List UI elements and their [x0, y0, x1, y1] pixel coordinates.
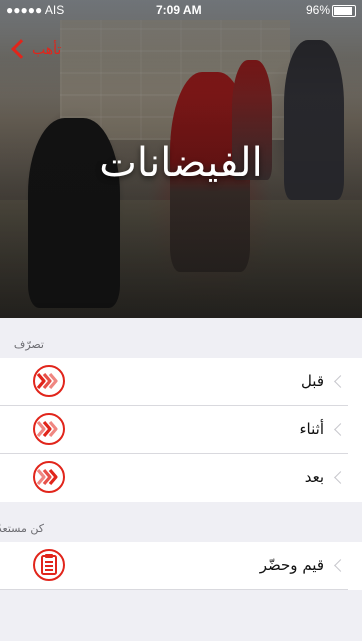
status-bar: ●●●●● AIS 7:09 AM 96% — [0, 0, 362, 20]
row-label: قيم وحضّر — [259, 556, 324, 574]
hero-image: ●●●●● AIS 7:09 AM 96% تأهب الفيضانات — [0, 0, 362, 318]
back-label: تأهب — [32, 40, 62, 57]
chevrons-circle-icon — [33, 365, 65, 397]
chevron-left-icon — [11, 39, 31, 59]
page-title: الفيضانات — [99, 140, 263, 186]
battery-percent: 96% — [305, 3, 330, 17]
chevron-right-icon — [334, 423, 347, 436]
chevron-right-icon — [334, 375, 347, 388]
row-label: قبل — [300, 372, 324, 390]
section-title: كن مستعدًا — [0, 522, 44, 535]
list-item-after[interactable]: بعد — [0, 454, 362, 502]
row-label: أثناء — [299, 420, 325, 438]
back-button[interactable]: تأهب — [10, 36, 61, 62]
section-header-act: تصرّف — [0, 318, 362, 358]
list-item-before[interactable]: قبل — [0, 358, 362, 406]
chevron-right-icon — [334, 559, 347, 572]
list-item-assess-prepare[interactable]: قيم وحضّر — [0, 542, 362, 590]
chevrons-circle-icon — [33, 413, 65, 445]
carrier-label: ●●●●● AIS — [6, 3, 65, 17]
section-title: تصرّف — [13, 338, 44, 351]
list-item-during[interactable]: أثناء — [0, 406, 362, 454]
checklist-icon — [33, 549, 65, 581]
row-label: بعد — [304, 468, 324, 486]
section-header-be-prepared: كن مستعدًا — [0, 502, 362, 542]
clock: 7:09 AM — [156, 3, 202, 17]
battery-icon — [332, 5, 356, 17]
chevron-right-icon — [334, 471, 347, 484]
chevrons-circle-icon — [33, 461, 65, 493]
